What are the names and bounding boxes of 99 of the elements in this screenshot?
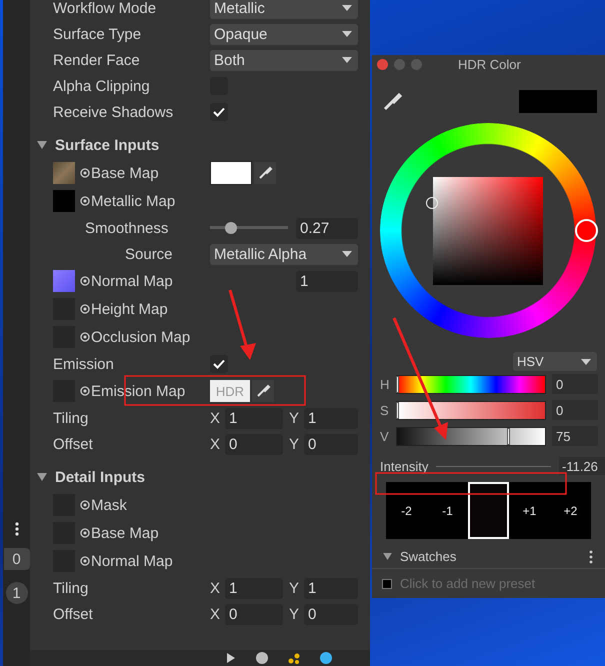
- axis-label: Y: [289, 580, 300, 596]
- slider-thumb[interactable]: [507, 428, 510, 445]
- section-header[interactable]: Surface Inputs: [55, 136, 160, 154]
- number-field[interactable]: 0: [225, 434, 283, 454]
- number-field[interactable]: 1: [296, 270, 358, 292]
- number-field[interactable]: 1: [225, 408, 283, 428]
- target-icon[interactable]: [80, 304, 90, 314]
- property-label: Smoothness: [85, 220, 168, 236]
- target-icon[interactable]: [80, 332, 90, 342]
- eyedropper-icon[interactable]: [254, 162, 276, 184]
- axis-label: X: [210, 436, 222, 452]
- number-field[interactable]: 0: [552, 400, 598, 420]
- target-icon[interactable]: [80, 386, 90, 396]
- color-slider[interactable]: [396, 374, 546, 394]
- number-field[interactable]: 0: [304, 604, 358, 624]
- circle-icon[interactable]: [256, 652, 268, 664]
- property-label: Height Map: [91, 300, 168, 318]
- property-label: Base Map: [91, 164, 159, 182]
- close-button[interactable]: [377, 59, 388, 70]
- color-slider[interactable]: [396, 426, 546, 446]
- dropdown[interactable]: Metallic Alpha: [210, 244, 358, 264]
- property-label: Emission: [53, 356, 114, 372]
- section-header[interactable]: Detail Inputs: [55, 468, 146, 486]
- property-label: Render Face: [53, 52, 140, 68]
- axis-label: Y: [289, 436, 300, 452]
- dots-icon[interactable]: [288, 652, 300, 664]
- annotation-arrow: [228, 290, 256, 360]
- eyedropper-icon[interactable]: [382, 92, 402, 112]
- foldout-arrow-icon[interactable]: [383, 553, 392, 560]
- slider-thumb[interactable]: [396, 376, 399, 393]
- property-label: Tiling: [53, 410, 88, 426]
- count-badge: 0: [4, 548, 30, 570]
- property-label: Alpha Clipping: [53, 78, 150, 94]
- number-field[interactable]: 1: [304, 578, 358, 598]
- property-label: Occlusion Map: [91, 328, 190, 346]
- number-field[interactable]: 0: [552, 374, 598, 394]
- checkbox[interactable]: [210, 355, 228, 373]
- more-icon[interactable]: [14, 522, 18, 536]
- count-badge: 1: [6, 582, 28, 604]
- color-slider[interactable]: [396, 400, 546, 420]
- color-swatch[interactable]: [210, 161, 252, 185]
- number-field[interactable]: 0: [304, 434, 358, 454]
- foldout-arrow-icon[interactable]: [37, 141, 47, 149]
- number-field[interactable]: 75: [552, 426, 598, 446]
- property-label: Base Map: [91, 524, 159, 542]
- preset-swatch[interactable]: [382, 578, 392, 588]
- axis-label: Y: [289, 606, 300, 622]
- picker-handle[interactable]: [426, 196, 438, 209]
- number-field[interactable]: -11.26: [559, 457, 605, 476]
- mode-dropdown[interactable]: HSV: [513, 352, 597, 372]
- caret-icon: [342, 5, 352, 11]
- property-label: Receive Shadows: [53, 104, 174, 120]
- number-field[interactable]: 0: [225, 604, 283, 624]
- target-icon[interactable]: [80, 556, 90, 566]
- channel-label: V: [380, 428, 390, 444]
- property-label: Mask: [91, 496, 127, 514]
- play-icon[interactable]: [226, 653, 236, 663]
- saturation-value-square[interactable]: [433, 176, 543, 285]
- intensity-label: Intensity: [380, 458, 428, 474]
- axis-label: X: [210, 606, 222, 622]
- exposure-step[interactable]: [468, 482, 509, 539]
- property-label: Tiling: [53, 580, 88, 596]
- channel-label: H: [380, 376, 390, 392]
- eyedropper-icon[interactable]: [252, 380, 274, 402]
- property-label: Workflow Mode: [53, 0, 156, 16]
- target-icon[interactable]: [80, 276, 90, 286]
- slider-thumb[interactable]: [396, 402, 399, 419]
- number-field[interactable]: 1: [304, 408, 358, 428]
- axis-label: X: [210, 410, 222, 426]
- axis-label: X: [210, 580, 222, 596]
- more-icon[interactable]: [589, 550, 593, 564]
- number-field[interactable]: 0.27: [296, 218, 358, 238]
- sphere-icon[interactable]: [320, 652, 332, 664]
- dropdown[interactable]: Opaque: [210, 24, 358, 44]
- property-label: Normal Map: [91, 272, 173, 290]
- property-label: Metallic Map: [91, 192, 176, 210]
- dropdown[interactable]: Both: [210, 50, 358, 70]
- property-label: Source: [125, 246, 173, 262]
- property-label: Surface Type: [53, 26, 142, 42]
- caret-icon: [342, 251, 352, 257]
- property-label: Offset: [53, 606, 93, 622]
- channel-label: S: [380, 402, 390, 418]
- caret-icon: [342, 31, 352, 37]
- property-label: Normal Map: [91, 552, 173, 570]
- foldout-arrow-icon[interactable]: [37, 473, 47, 481]
- checkbox[interactable]: [210, 103, 228, 121]
- number-field[interactable]: 1: [225, 578, 283, 598]
- target-icon[interactable]: [80, 528, 90, 538]
- section-header[interactable]: Swatches: [400, 549, 456, 564]
- caret-icon: [581, 358, 591, 365]
- dropdown[interactable]: Metallic: [210, 0, 358, 18]
- caret-icon: [342, 57, 352, 63]
- axis-label: Y: [289, 410, 300, 426]
- target-icon[interactable]: [80, 500, 90, 510]
- target-icon[interactable]: [80, 168, 90, 178]
- slider-thumb[interactable]: [225, 222, 238, 234]
- window-title: HDR Color: [458, 57, 521, 72]
- property-label: Offset: [53, 436, 93, 452]
- target-icon[interactable]: [80, 196, 90, 206]
